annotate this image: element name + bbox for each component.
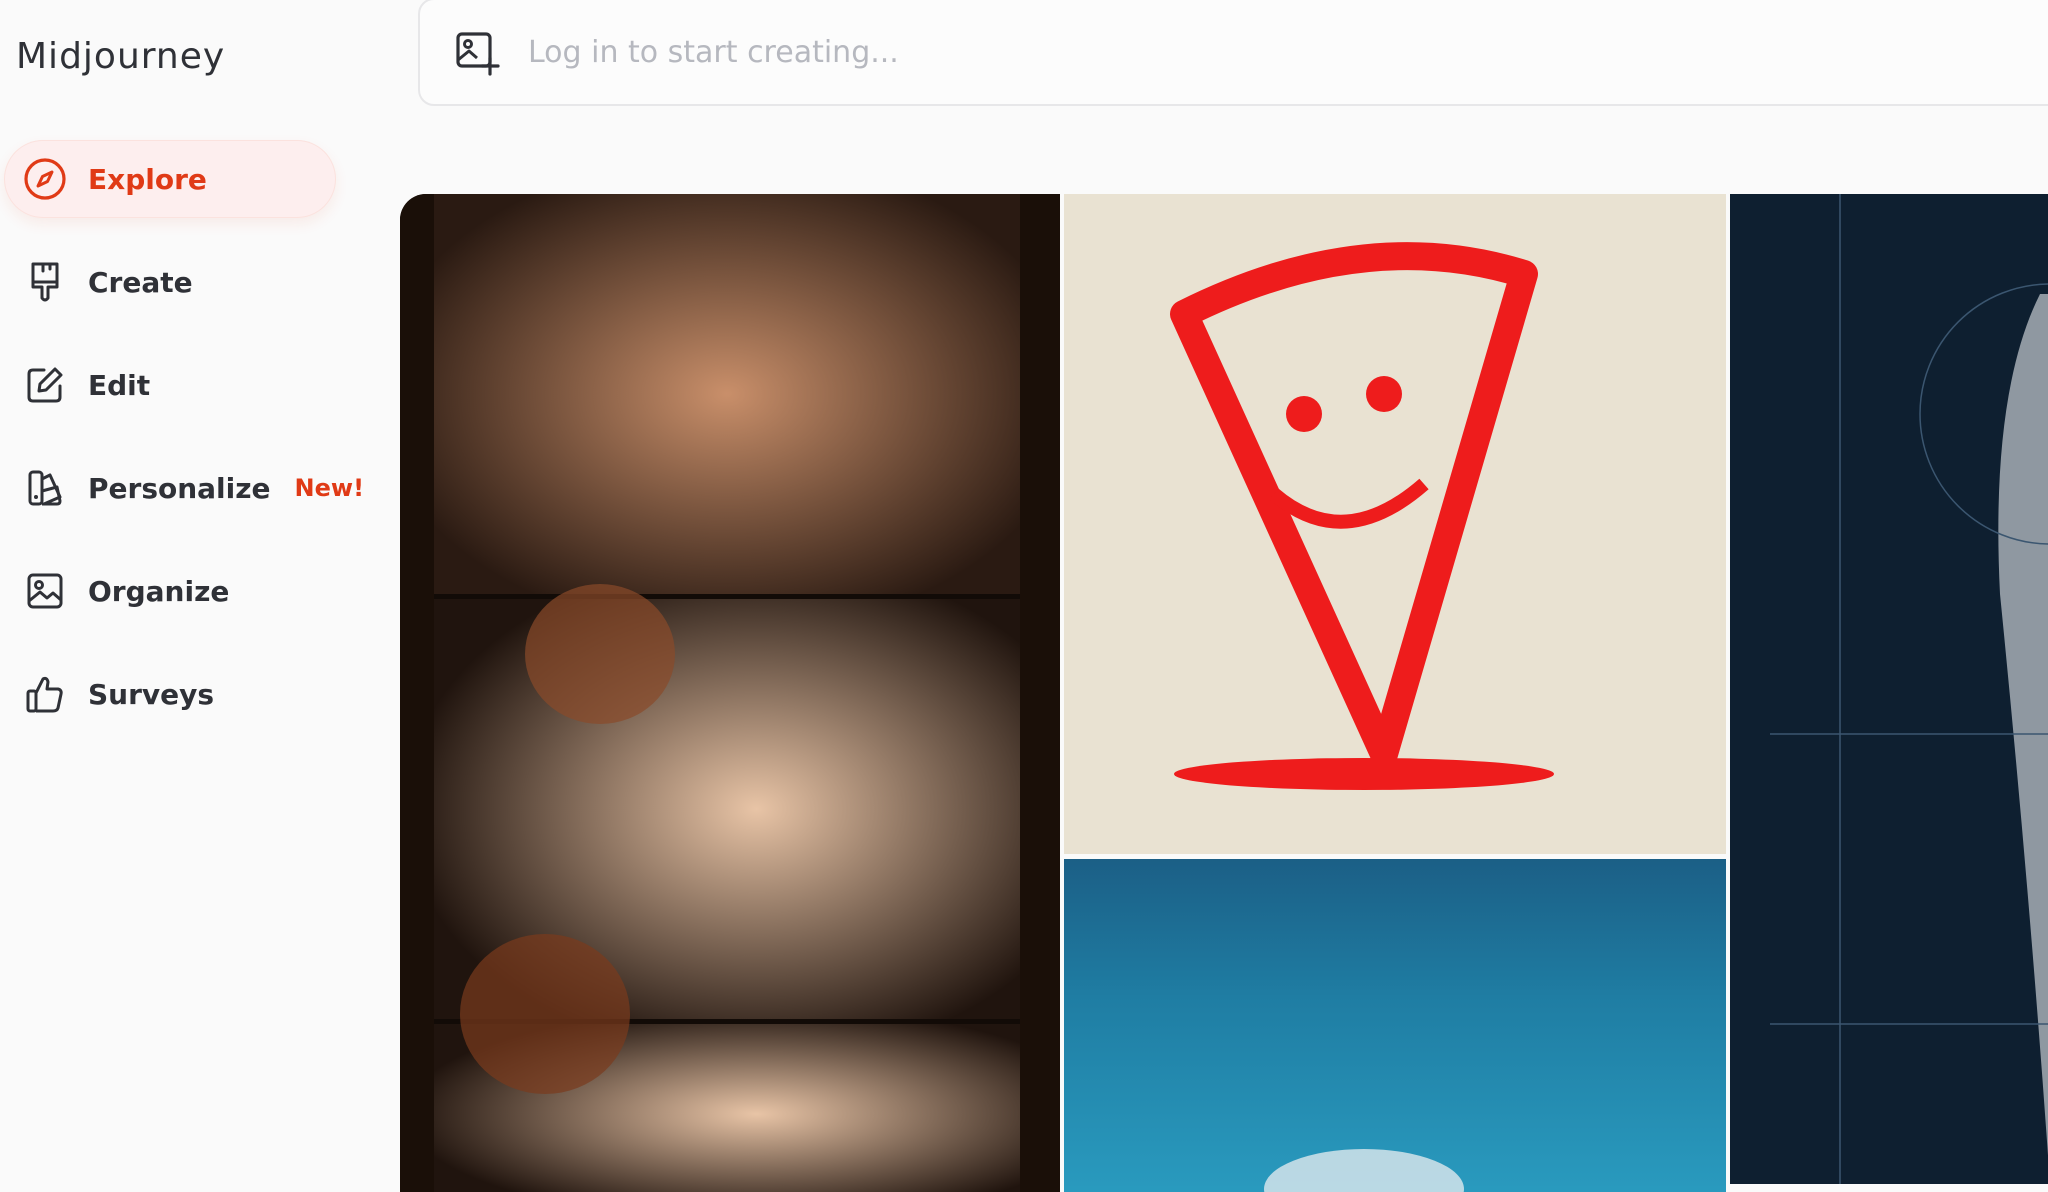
nav-item-create[interactable]: Create bbox=[4, 243, 336, 321]
palette-icon bbox=[22, 465, 68, 511]
nav-item-edit[interactable]: Edit bbox=[4, 346, 336, 424]
nav-item-label: Personalize bbox=[88, 471, 271, 505]
prompt-bar[interactable] bbox=[418, 0, 2048, 106]
nav-item-surveys[interactable]: Surveys bbox=[4, 655, 336, 733]
nav-item-label: Surveys bbox=[88, 677, 215, 711]
underwater-ocean-tile[interactable] bbox=[1064, 859, 1726, 1192]
new-badge: New! bbox=[294, 474, 365, 502]
nav-item-personalize[interactable]: Personalize New! bbox=[4, 449, 364, 527]
nav-item-label: Explore bbox=[88, 162, 207, 196]
paintbrush-icon bbox=[22, 259, 68, 305]
nav-item-label: Create bbox=[88, 265, 193, 299]
nav-item-explore[interactable]: Explore bbox=[4, 140, 336, 218]
app-logo-text[interactable]: Midjourney bbox=[16, 36, 225, 77]
compass-icon bbox=[22, 156, 68, 202]
image-plus-icon[interactable] bbox=[452, 28, 500, 76]
film-strip-portrait-tile[interactable] bbox=[400, 194, 1060, 1192]
edit-icon bbox=[22, 362, 68, 408]
nav-item-organize[interactable]: Organize bbox=[4, 552, 336, 630]
statue-blueprint-tile[interactable] bbox=[1730, 194, 2048, 1184]
image-icon bbox=[22, 568, 68, 614]
nav-item-label: Edit bbox=[88, 368, 151, 402]
sidebar-nav: Explore Create Edit Personalize New! Org… bbox=[4, 140, 364, 758]
pizza-character-tile[interactable] bbox=[1064, 194, 1726, 854]
explore-gallery bbox=[400, 194, 2048, 1192]
prompt-input[interactable] bbox=[526, 33, 2048, 71]
thumbs-up-icon bbox=[22, 671, 68, 717]
nav-item-label: Organize bbox=[88, 574, 230, 608]
